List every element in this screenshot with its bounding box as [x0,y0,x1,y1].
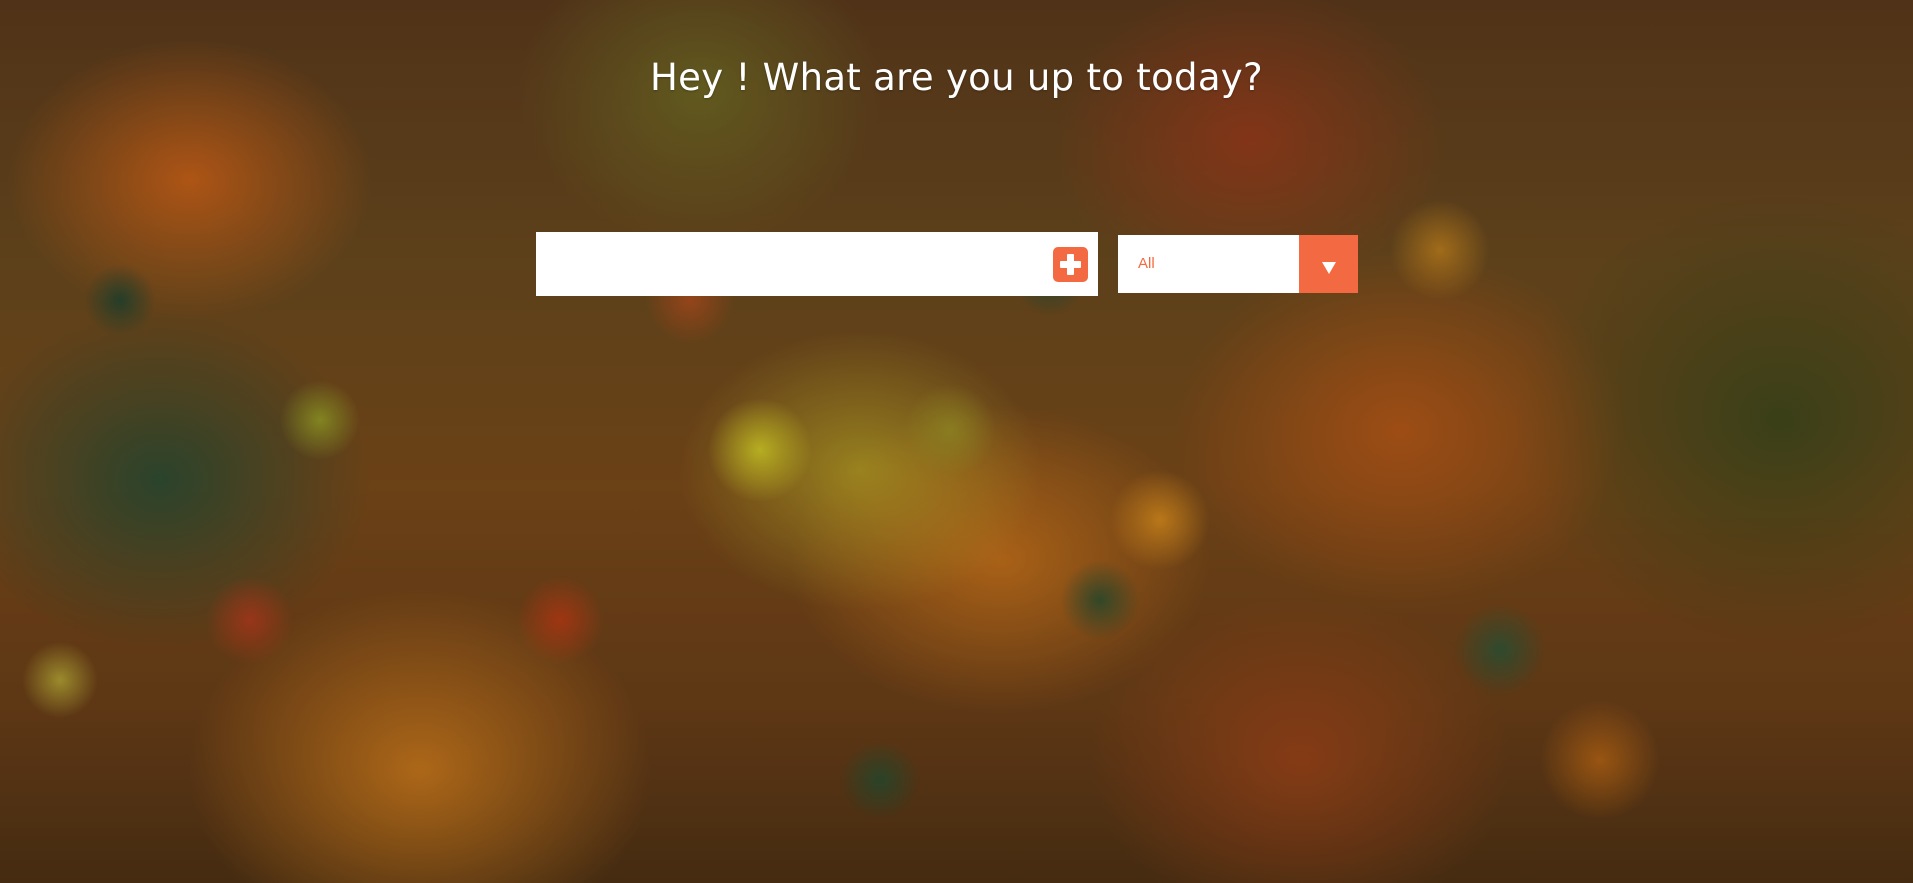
background-overlay [0,0,1913,883]
todo-input[interactable] [536,232,1046,296]
todo-form: All [536,232,1358,296]
filter-selected-value: All [1138,255,1155,272]
page-title: Hey ! What are you up to today? [650,56,1263,99]
add-todo-button[interactable] [1053,247,1088,282]
filter-dropdown-button[interactable] [1299,235,1358,293]
filter-select[interactable]: All [1118,235,1358,293]
caret-down-icon [1322,262,1336,274]
todo-input-box [536,232,1098,296]
